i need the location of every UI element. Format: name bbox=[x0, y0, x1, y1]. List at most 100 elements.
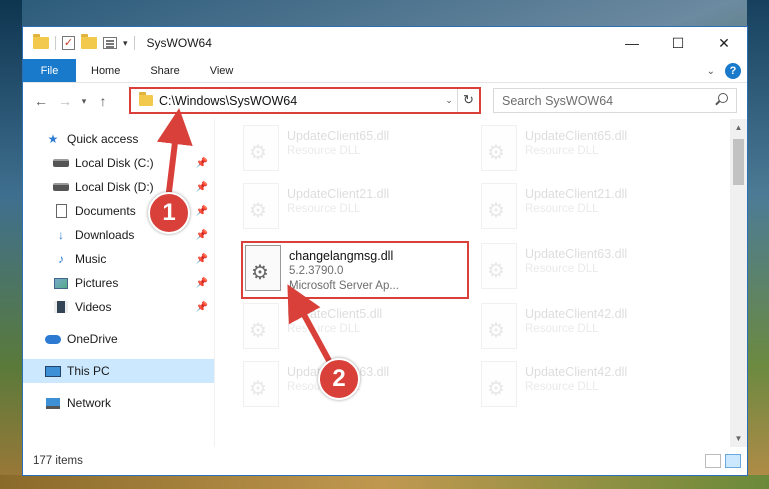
step-marker-1: 1 bbox=[148, 192, 190, 234]
computer-icon bbox=[45, 364, 61, 378]
file-item[interactable]: ⚙ UpdateClient5.dll Resource DLL bbox=[243, 303, 473, 359]
chevron-down-icon[interactable]: ▾ bbox=[123, 38, 128, 49]
dll-file-icon: ⚙ bbox=[243, 361, 279, 407]
file-item[interactable]: ⚙ UpdateClient42.dll Resource DLL bbox=[481, 303, 711, 359]
window-title: SysWOW64 bbox=[146, 36, 212, 50]
sidebar-item-onedrive[interactable]: OneDrive bbox=[23, 327, 214, 351]
forward-button[interactable]: → bbox=[53, 93, 77, 109]
sidebar-item-local-disk-d[interactable]: Local Disk (D:) 📌 bbox=[23, 175, 214, 199]
sidebar-item-quick-access[interactable]: ★ Quick access bbox=[23, 127, 214, 151]
download-icon: ↓ bbox=[58, 228, 64, 242]
sidebar-item-label: Local Disk (C:) bbox=[75, 156, 154, 170]
large-icons-view-icon[interactable] bbox=[725, 454, 741, 468]
toolbar-separator bbox=[55, 36, 56, 50]
file-name: UpdateClient21.dll bbox=[287, 187, 390, 201]
file-item[interactable]: ⚙ UpdateClient63.dll Resource DLL bbox=[481, 243, 711, 299]
sidebar-item-music[interactable]: ♪ Music 📌 bbox=[23, 247, 214, 271]
help-icon[interactable]: ? bbox=[725, 63, 741, 79]
minimize-button[interactable]: — bbox=[609, 27, 655, 59]
tab-view[interactable]: View bbox=[195, 59, 249, 82]
sidebar-item-label: Quick access bbox=[67, 132, 139, 146]
window-controls: — ☐ ✕ bbox=[609, 27, 747, 59]
sidebar-item-this-pc[interactable]: This PC bbox=[23, 359, 214, 383]
dll-file-icon: ⚙ bbox=[481, 303, 517, 349]
file-item[interactable]: ⚙ UpdateClient42.dll Resource DLL bbox=[481, 361, 711, 417]
dll-file-icon: ⚙ bbox=[481, 125, 517, 171]
sidebar-item-network[interactable]: Network bbox=[23, 391, 214, 415]
folder-icon bbox=[139, 92, 153, 106]
file-item[interactable]: ⚙ UpdateClient21.dll Resource DLL bbox=[481, 183, 711, 239]
sidebar-item-label: Downloads bbox=[75, 228, 135, 242]
pin-icon[interactable]: 📌 bbox=[196, 302, 208, 313]
pin-icon[interactable]: 📌 bbox=[196, 158, 208, 169]
scroll-down-icon[interactable]: ▼ bbox=[730, 430, 747, 447]
file-type: Resource DLL bbox=[525, 203, 599, 215]
file-name: UpdateClient65.dll bbox=[525, 129, 628, 143]
pin-icon[interactable]: 📌 bbox=[196, 182, 208, 193]
customize-icon[interactable] bbox=[103, 37, 117, 49]
videos-icon bbox=[53, 300, 69, 314]
step-marker-2: 2 bbox=[318, 358, 360, 400]
scrollbar-thumb[interactable] bbox=[733, 139, 744, 185]
file-type: Resource DLL bbox=[525, 263, 599, 275]
address-bar[interactable]: C:\Windows\SysWOW64 ⌄ ↻ bbox=[129, 87, 481, 114]
address-path[interactable]: C:\Windows\SysWOW64 bbox=[159, 94, 441, 108]
properties-check-icon[interactable]: ✓ bbox=[62, 36, 75, 50]
vertical-scrollbar[interactable]: ▲ ▼ bbox=[730, 119, 747, 447]
cloud-icon bbox=[45, 332, 61, 346]
close-button[interactable]: ✕ bbox=[701, 27, 747, 59]
sidebar-item-label: This PC bbox=[67, 364, 110, 378]
tab-file[interactable]: File bbox=[23, 59, 76, 82]
refresh-button[interactable]: ↻ bbox=[457, 89, 479, 112]
sidebar-item-pictures[interactable]: Pictures 📌 bbox=[23, 271, 214, 295]
item-count: 177 items bbox=[33, 455, 83, 467]
new-folder-icon[interactable] bbox=[81, 34, 97, 49]
recent-locations-button[interactable]: ▾ bbox=[77, 96, 91, 107]
sidebar-item-videos[interactable]: Videos 📌 bbox=[23, 295, 214, 319]
pin-icon[interactable]: 📌 bbox=[196, 230, 208, 241]
dll-file-icon: ⚙ bbox=[243, 125, 279, 171]
file-name: UpdateClient63.dll bbox=[525, 247, 628, 261]
file-name: UpdateClient42.dll bbox=[525, 307, 628, 321]
tab-share[interactable]: Share bbox=[135, 59, 194, 82]
address-dropdown-icon[interactable]: ⌄ bbox=[441, 95, 457, 106]
tab-home[interactable]: Home bbox=[76, 59, 135, 82]
up-button[interactable]: ↑ bbox=[91, 93, 115, 109]
desktop-background-left bbox=[0, 0, 22, 489]
sidebar-item-label: Local Disk (D:) bbox=[75, 180, 154, 194]
scroll-up-icon[interactable]: ▲ bbox=[730, 119, 747, 136]
status-bar: 177 items bbox=[23, 447, 747, 475]
dll-file-icon: ⚙ bbox=[481, 361, 517, 407]
expand-ribbon-icon[interactable]: ⌄ bbox=[707, 66, 715, 77]
ribbon-tabs: File Home Share View ⌄ ? bbox=[23, 59, 747, 83]
pin-icon[interactable]: 📌 bbox=[196, 278, 208, 289]
sidebar-item-label: Music bbox=[75, 252, 107, 266]
title-bar: ✓ ▾ SysWOW64 — ☐ ✕ bbox=[23, 27, 747, 59]
file-item[interactable]: ⚙ UpdateClient21.dll Resource DLL bbox=[243, 183, 473, 239]
pin-icon[interactable]: 📌 bbox=[196, 206, 208, 217]
search-icon[interactable] bbox=[718, 93, 728, 103]
dll-file-icon: ⚙ bbox=[481, 183, 517, 229]
sidebar-item-downloads[interactable]: ↓ Downloads 📌 bbox=[23, 223, 214, 247]
file-item[interactable]: ⚙ UpdateClient65.dll Resource DLL bbox=[481, 125, 711, 181]
pin-icon[interactable]: 📌 bbox=[196, 254, 208, 265]
dll-file-icon: ⚙ bbox=[481, 243, 517, 289]
sidebar-item-label: Pictures bbox=[75, 276, 119, 290]
dll-file-icon: ⚙ bbox=[243, 183, 279, 229]
details-view-icon[interactable] bbox=[705, 454, 721, 468]
file-version: 5.2.3790.0 bbox=[289, 265, 344, 277]
desktop-background-right bbox=[747, 0, 769, 489]
back-button[interactable]: ← bbox=[29, 93, 53, 109]
file-name: UpdateClient65.dll bbox=[287, 129, 390, 143]
file-item-changelangmsg[interactable]: ⚙ changelangmsg.dll 5.2.3790.0 Microsoft… bbox=[241, 241, 469, 299]
folder-icon bbox=[33, 34, 49, 49]
sidebar-item-local-disk-c[interactable]: Local Disk (C:) 📌 bbox=[23, 151, 214, 175]
network-icon bbox=[45, 396, 61, 410]
file-list: ⚙ UpdateClient65.dll Resource DLL ⚙ Updat… bbox=[215, 119, 747, 447]
search-input[interactable]: Search SysWOW64 bbox=[493, 88, 737, 113]
maximize-button[interactable]: ☐ bbox=[655, 27, 701, 59]
navigation-pane: ★ Quick access Local Disk (C:) 📌 Local D… bbox=[23, 119, 215, 447]
file-item[interactable]: ⚙ UpdateClient65.dll Resource DLL bbox=[243, 125, 473, 181]
toolbar-separator bbox=[133, 36, 135, 50]
search-placeholder: Search SysWOW64 bbox=[502, 93, 614, 108]
